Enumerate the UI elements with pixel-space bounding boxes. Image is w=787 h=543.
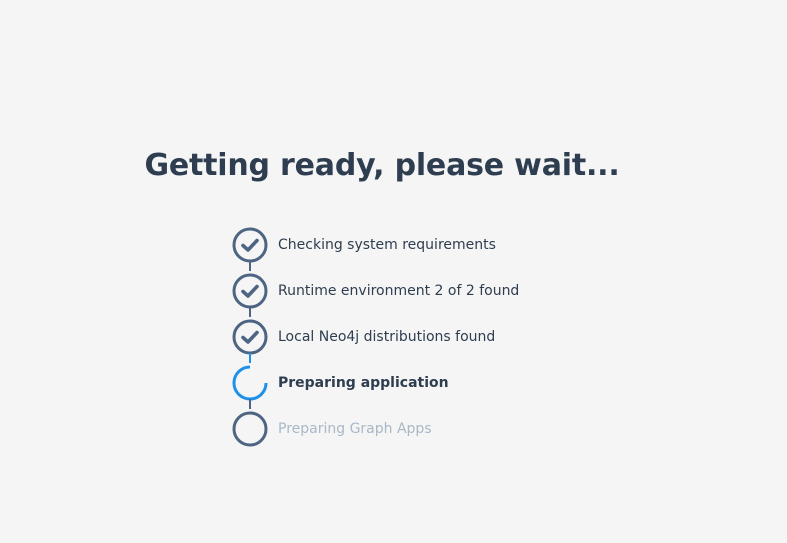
step-status-pending xyxy=(232,411,268,447)
page-title: Getting ready, please wait... xyxy=(144,148,620,183)
check-circle-icon xyxy=(232,227,268,263)
check-circle-icon xyxy=(232,273,268,309)
step-preparing-application: Preparing application xyxy=(232,360,519,409)
loading-screen: Getting ready, please wait... Checking s… xyxy=(0,0,787,543)
check-circle-icon xyxy=(232,319,268,355)
step-runtime-environment: Runtime environment 2 of 2 found xyxy=(232,268,520,317)
step-status-in-progress xyxy=(232,365,268,401)
step-status-done xyxy=(232,319,268,355)
step-local-distributions: Local Neo4j distributions found xyxy=(232,314,519,363)
step-label: Local Neo4j distributions found xyxy=(278,329,496,345)
empty-circle-icon xyxy=(232,411,268,447)
step-label: Preparing Graph Apps xyxy=(278,421,432,437)
step-preparing-graph-apps: Preparing Graph Apps xyxy=(232,406,519,452)
step-checking-system-requirements: Checking system requirements xyxy=(232,222,519,271)
spinner-icon xyxy=(232,365,268,401)
step-status-done xyxy=(232,273,268,309)
step-label: Runtime environment 2 of 2 found xyxy=(278,283,520,299)
step-status-done xyxy=(232,227,268,263)
step-label: Checking system requirements xyxy=(278,237,496,253)
progress-steps: Checking system requirements Runtime env… xyxy=(232,222,519,452)
step-label: Preparing application xyxy=(278,375,449,391)
